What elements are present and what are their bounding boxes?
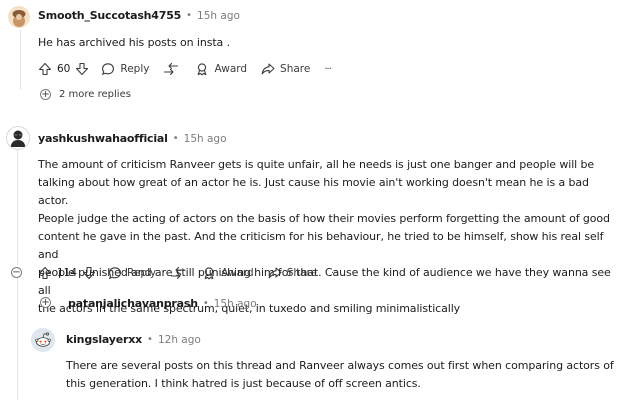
thread-line-comment-2 [17,150,18,265]
more-replies-label: 2 more replies [59,89,131,100]
timestamp[interactable]: 15h ago [214,298,257,310]
reply-button[interactable]: Reply [108,266,156,280]
vote-count: 114 [57,267,78,279]
award-icon [202,266,216,280]
more-options-button[interactable]: ··· [331,268,338,279]
vote-group: 114 [38,266,96,280]
share-icon [261,62,275,76]
timestamp[interactable]: 15h ago [197,10,240,22]
plus-circle-icon: + [40,296,51,308]
award-button[interactable]: Award [202,266,254,280]
ellipsis-icon: ··· [331,267,338,279]
snoo-avatar-image [31,328,55,352]
share-label: Share [280,63,311,75]
comment-body: He has archived his posts on insta . [38,34,598,52]
avatar[interactable] [6,126,30,150]
minus-circle-icon: − [11,266,22,278]
share-label: Share [286,267,318,279]
comment-text-line: He has archived his posts on insta . [38,36,230,49]
crosspost-button[interactable] [163,62,179,76]
comment-bubble-icon [108,266,122,280]
meta-separator: • [147,334,153,345]
downvote-icon[interactable] [75,62,89,76]
username[interactable]: Smooth_Succotash4755 [38,9,181,22]
upvote-icon[interactable] [38,62,52,76]
comment-body: There are several posts on this thread a… [66,357,616,393]
crosspost-icon [170,266,186,280]
crosspost-button[interactable] [170,266,186,280]
ellipsis-icon: ··· [324,63,331,75]
comment-text-line: People judge the acting of actors on the… [38,212,610,225]
share-button[interactable]: Share [268,266,317,280]
vote-count: 60 [57,63,71,75]
timestamp[interactable]: 12h ago [158,334,201,346]
plus-circle-icon: + [40,88,51,100]
more-replies-link[interactable]: + 2 more replies [40,89,131,100]
collapse-thread-button[interactable]: − [11,267,22,278]
comment-bubble-icon [101,62,115,76]
award-label: Award [214,63,248,75]
comment-body: The amount of criticism Ranveer gets is … [38,156,616,318]
avatar[interactable] [31,328,55,352]
reply-button[interactable]: Reply [101,62,149,76]
thread-line-replies [17,278,18,400]
reply-label: Reply [120,63,150,75]
username[interactable]: kingslayerxx [66,333,142,346]
award-button[interactable]: Award [195,62,247,76]
award-label: Award [221,267,254,279]
downvote-icon[interactable] [82,266,96,280]
meta-separator: • [186,10,193,21]
award-icon [195,62,209,76]
share-icon [268,266,282,280]
crosspost-icon [163,62,179,76]
comment-text-line: The amount of criticism Ranveer gets is … [38,158,595,171]
reply-label: Reply [127,267,157,279]
comment-text-line: this generation. I think hatred is just … [66,377,421,390]
avatar-image [7,127,29,149]
meta-separator: • [202,298,209,309]
expand-thread-button[interactable]: + [40,297,51,308]
thread-line-comment-1 [20,30,21,90]
meta-separator: • [172,133,179,144]
upvote-icon[interactable] [38,266,52,280]
comment-text-line: content he gave in the past. And the cri… [38,230,604,261]
username[interactable]: patanjalichavanprash [68,297,198,310]
comment-actions: 114 Reply Award Share ··· [38,263,352,283]
comment-text-line: There are several posts on this thread a… [66,359,614,372]
avatar-image [8,6,30,28]
avatar[interactable] [8,6,30,28]
more-options-button[interactable]: ··· [324,64,331,75]
share-button[interactable]: Share [261,62,310,76]
timestamp[interactable]: 15h ago [184,133,227,145]
comment-actions: 60 Reply Award Share ··· [38,59,345,79]
username[interactable]: yashkushwahaofficial [38,132,168,145]
vote-group: 60 [38,62,89,76]
comment-text-line: talking about how great of an actor he i… [38,176,589,207]
